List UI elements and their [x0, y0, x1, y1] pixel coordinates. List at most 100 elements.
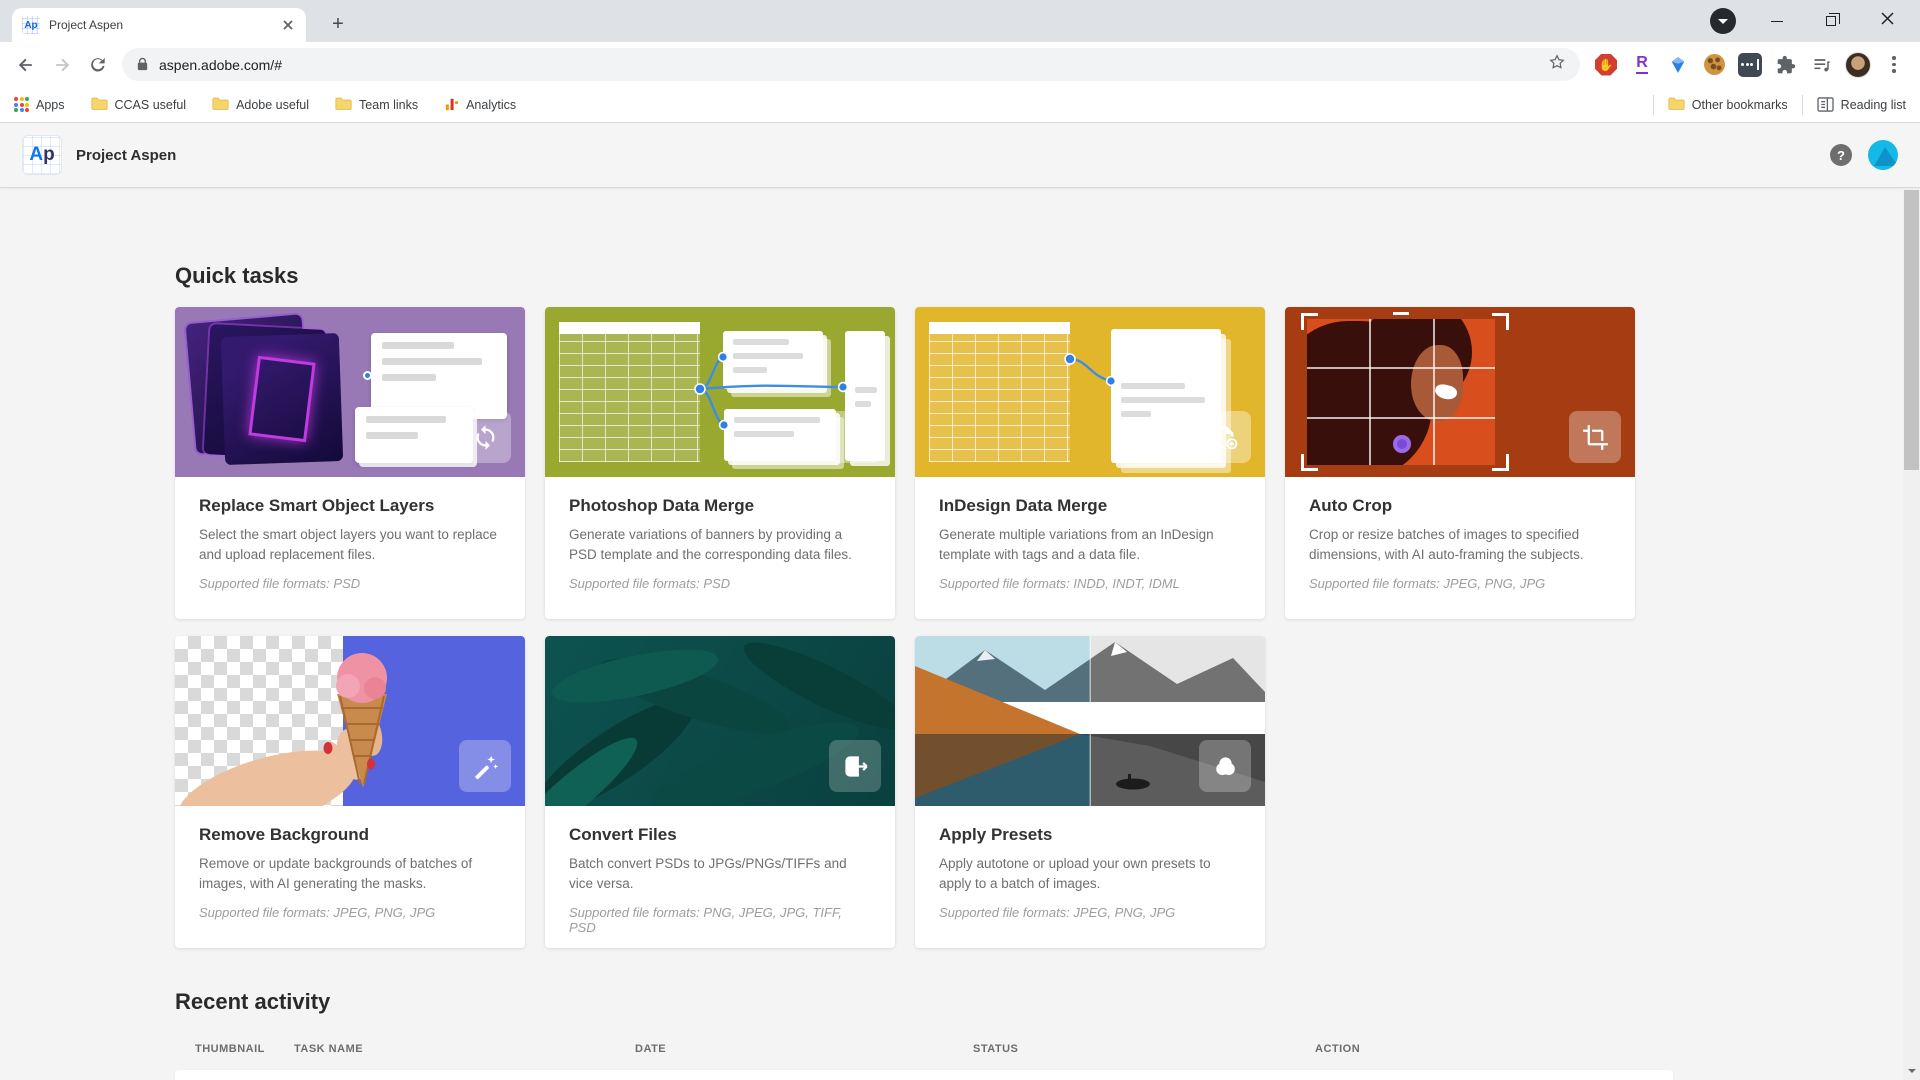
tab-favicon-icon: Ap	[22, 16, 40, 34]
bookmark-label: Apps	[36, 98, 65, 112]
column-thumbnail: THUMBNAIL	[195, 1043, 265, 1055]
quick-tasks-heading: Quick tasks	[175, 262, 1673, 290]
card-remove-background[interactable]: Remove Background Remove or update backg…	[175, 636, 525, 948]
playlist-extension-icon[interactable]	[1807, 50, 1837, 80]
card-auto-crop[interactable]: Auto Crop Crop or resize batches of imag…	[1285, 307, 1635, 619]
window-minimize-button[interactable]	[1754, 0, 1800, 42]
card-title: Apply Presets	[939, 825, 1241, 845]
card-formats: Supported file formats: PSD	[569, 576, 871, 591]
secure-lock-icon	[136, 57, 149, 72]
bookmark-label: Team links	[359, 98, 418, 112]
card-illustration	[175, 636, 525, 806]
cookie-extension-icon[interactable]	[1699, 50, 1729, 80]
forward-button[interactable]	[44, 47, 80, 83]
card-indesign-data-merge[interactable]: InDesign Data Merge Generate multiple va…	[915, 307, 1265, 619]
magic-wand-icon	[459, 740, 511, 792]
file-plus-icon	[1199, 411, 1251, 463]
window-restore-button[interactable]	[1808, 0, 1854, 42]
browser-profile-chevron-icon[interactable]	[1710, 8, 1736, 34]
card-formats: Supported file formats: JPEG, PNG, JPG	[199, 905, 501, 920]
r-extension-icon[interactable]: R	[1627, 50, 1657, 80]
bookmark-label: CCAS useful	[115, 98, 187, 112]
divider	[1653, 95, 1654, 115]
card-description: Select the smart object layers you want …	[199, 525, 501, 564]
card-illustration	[175, 307, 525, 477]
card-apply-presets[interactable]: Apply Presets Apply autotone or upload y…	[915, 636, 1265, 948]
browser-profile-avatar[interactable]	[1843, 50, 1873, 80]
window-close-button[interactable]	[1864, 0, 1910, 42]
bookmarks-bar: Apps CCAS useful Adobe useful Team links…	[0, 87, 1920, 123]
extensions-puzzle-icon[interactable]	[1771, 50, 1801, 80]
divider	[1802, 95, 1803, 115]
card-illustration	[915, 307, 1265, 477]
crop-icon	[1569, 411, 1621, 463]
scrollbar-thumb[interactable]	[1904, 190, 1919, 470]
card-title: Auto Crop	[1309, 496, 1611, 516]
file-export-icon	[829, 740, 881, 792]
column-status: STATUS	[973, 1043, 1018, 1055]
card-formats: Supported file formats: JPEG, PNG, JPG	[939, 905, 1241, 920]
browser-tab[interactable]: Ap Project Aspen	[12, 8, 306, 42]
bookmark-label: Analytics	[466, 98, 516, 112]
column-action: ACTION	[1315, 1043, 1360, 1055]
card-illustration	[545, 307, 895, 477]
bookmark-label: Other bookmarks	[1692, 98, 1788, 112]
card-title: Convert Files	[569, 825, 871, 845]
recent-activity-heading: Recent activity	[175, 988, 1673, 1016]
user-avatar[interactable]	[1868, 140, 1898, 170]
card-illustration	[915, 636, 1265, 806]
card-description: Apply autotone or upload your own preset…	[939, 854, 1241, 893]
card-formats: Supported file formats: INDD, INDT, IDML	[939, 576, 1241, 591]
bookmark-folder-adobe[interactable]: Adobe useful	[212, 96, 309, 114]
card-description: Generate multiple variations from an InD…	[939, 525, 1241, 564]
file-plus-icon	[829, 411, 881, 463]
help-button[interactable]: ?	[1830, 144, 1852, 166]
page-title: Project Aspen	[76, 147, 176, 164]
url-text[interactable]: aspen.adobe.com/#	[159, 57, 282, 73]
new-tab-button[interactable]: +	[324, 10, 352, 38]
card-illustration	[545, 636, 895, 806]
overlap-circles-icon	[1199, 740, 1251, 792]
sync-arrows-icon	[459, 411, 511, 463]
card-replace-smart-object-layers[interactable]: Replace Smart Object Layers Select the s…	[175, 307, 525, 619]
bookmark-folder-team[interactable]: Team links	[335, 96, 418, 114]
card-formats: Supported file formats: PNG, JPEG, JPG, …	[569, 905, 871, 935]
scrollbar-down-button[interactable]	[1903, 1064, 1920, 1078]
table-row[interactable]	[175, 1070, 1673, 1080]
column-task-name: TASK NAME	[294, 1043, 363, 1055]
recent-activity-table-header: THUMBNAIL TASK NAME DATE STATUS ACTION	[175, 1043, 1673, 1057]
column-date: DATE	[635, 1043, 666, 1055]
folder-icon	[335, 96, 352, 114]
bookmark-apps[interactable]: Apps	[14, 97, 65, 112]
browser-titlebar: Ap Project Aspen +	[0, 0, 1920, 42]
scrollbar[interactable]	[1903, 190, 1920, 1080]
bookmark-analytics[interactable]: Analytics	[444, 96, 516, 114]
card-title: Photoshop Data Merge	[569, 496, 871, 516]
folder-icon	[1668, 96, 1685, 114]
card-illustration	[1285, 307, 1635, 477]
bookmark-star-icon[interactable]	[1548, 53, 1566, 76]
project-aspen-logo: Ap	[22, 135, 62, 175]
bookmark-folder-ccas[interactable]: CCAS useful	[91, 96, 187, 114]
card-description: Remove or update backgrounds of batches …	[199, 854, 501, 893]
reload-button[interactable]	[80, 47, 116, 83]
bar-chart-icon	[444, 96, 459, 114]
page-content: Quick tasks Rep	[0, 190, 1920, 1080]
other-bookmarks[interactable]: Other bookmarks	[1668, 96, 1788, 114]
adblock-extension-icon[interactable]: ✋	[1591, 50, 1621, 80]
card-formats: Supported file formats: PSD	[199, 576, 501, 591]
bookmark-label: Adobe useful	[236, 98, 309, 112]
tab-title: Project Aspen	[49, 18, 279, 32]
blue-marker-extension-icon[interactable]	[1663, 50, 1693, 80]
reading-list-button[interactable]: Reading list	[1817, 97, 1906, 112]
card-description: Batch convert PSDs to JPGs/PNGs/TIFFs an…	[569, 854, 871, 893]
card-convert-files[interactable]: Convert Files Batch convert PSDs to JPGs…	[545, 636, 895, 948]
card-photoshop-data-merge[interactable]: Photoshop Data Merge Generate variations…	[545, 307, 895, 619]
browser-menu-icon[interactable]	[1879, 50, 1909, 80]
address-bar[interactable]: aspen.adobe.com/#	[122, 48, 1580, 81]
tab-close-icon[interactable]	[279, 17, 296, 34]
dots-extension-icon[interactable]	[1735, 50, 1765, 80]
app-header: Ap Project Aspen ?	[0, 123, 1920, 188]
apps-grid-icon	[14, 97, 29, 112]
back-button[interactable]	[8, 47, 44, 83]
